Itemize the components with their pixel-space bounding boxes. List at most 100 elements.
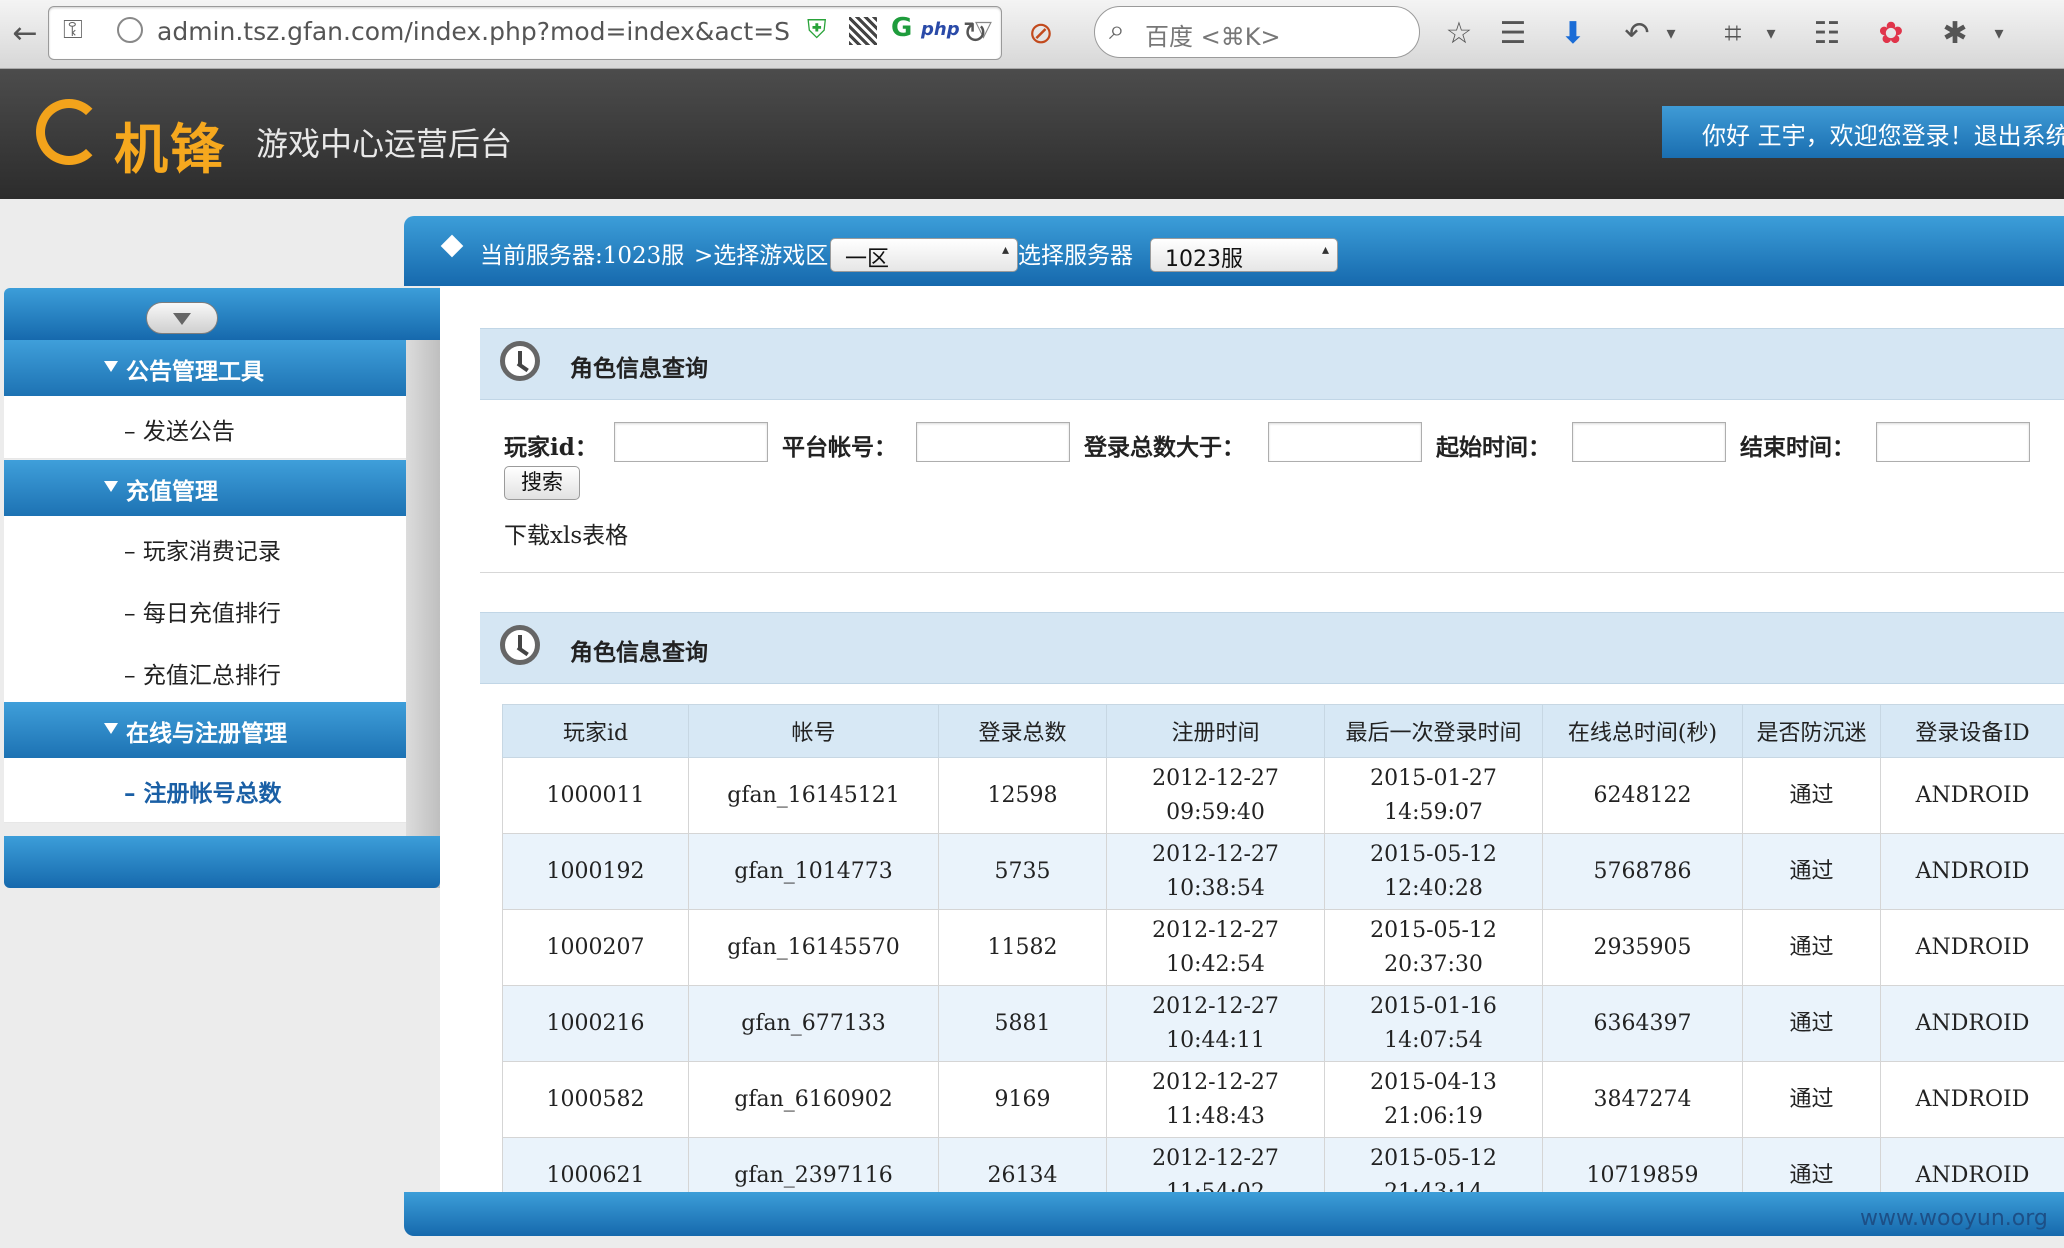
table-row[interactable]: 1000582 gfan_6160902 9169 2012-12-27 11:48:4…	[502, 1061, 2064, 1138]
cell-player-id-text: 1000207	[546, 934, 645, 960]
start-time-input[interactable]	[1572, 422, 1726, 462]
sidebar-item-send-announcement[interactable]: – 发送公告	[4, 396, 406, 459]
cell-player-id-text: 1000192	[546, 858, 645, 884]
sidebar-header	[4, 288, 440, 340]
sidebar-rail	[406, 288, 440, 888]
login-count-input[interactable]	[1268, 422, 1422, 462]
logo-icon	[36, 99, 102, 165]
sidebar-item-recharge-summary-rank[interactable]: – 充值汇总排行	[4, 640, 406, 703]
table-row[interactable]: 1000207 gfan_16145570 11582 2012-12-27 10:42…	[502, 909, 2064, 986]
undo-icon[interactable]: ↶	[1612, 8, 1662, 58]
platform-account-input[interactable]	[916, 422, 1070, 462]
back-arrow-icon[interactable]: ←	[2, 8, 48, 58]
select-arrows-icon: ▴	[1321, 242, 1329, 258]
server-select[interactable]: 1023服 ▴	[1150, 238, 1338, 272]
cell-player-id: 1000621	[502, 1137, 689, 1192]
table-row[interactable]: 1000216 gfan_677133 5881 2012-12-27 10:44:11…	[502, 985, 2064, 1062]
chevron-down-icon[interactable]: ▾	[1984, 8, 2014, 58]
column-header-device-id[interactable]: 登录设备ID	[1880, 704, 2064, 758]
column-header-anti-addiction[interactable]: 是否防沉迷	[1742, 704, 1881, 758]
download-xls-link[interactable]: 下载xls表格	[504, 516, 628, 550]
column-header-register-time[interactable]: 注册时间	[1106, 704, 1325, 758]
select-server-label: 选择服务器	[1018, 243, 1133, 269]
cell-last-login: 2015-04-13 21:06:19	[1324, 1061, 1543, 1138]
cell-register-time-text: 10:38:54	[1166, 875, 1265, 901]
sidebar-group-announcements[interactable]: 公告管理工具	[4, 340, 406, 396]
shield-icon[interactable]: ⛨	[807, 15, 827, 46]
search-button[interactable]: 搜索	[504, 466, 580, 500]
sidebar-item-daily-recharge-rank[interactable]: – 每日充值排行	[4, 578, 406, 641]
cell-register-time-text: 2012-12-27	[1152, 917, 1279, 943]
gfan-g-icon[interactable]: G	[891, 13, 912, 43]
cell-last-login-text: 2015-05-12	[1370, 841, 1497, 867]
cell-device-id-text: ANDROID	[1915, 1010, 2030, 1036]
cell-last-login: 2015-05-12 21:43:14	[1324, 1137, 1543, 1192]
column-header-last-login[interactable]: 最后一次登录时间	[1324, 704, 1543, 758]
cell-register-time-text: 11:48:43	[1166, 1103, 1265, 1129]
cell-player-id-text: 1000621	[546, 1162, 645, 1188]
cell-online-seconds: 10719859	[1542, 1137, 1743, 1192]
address-bar[interactable]: ⚿ admin.tsz.gfan.com/index.php?mod=index…	[48, 6, 1002, 60]
cell-last-login: 2015-01-27 14:59:07	[1324, 757, 1543, 834]
server-bar: 当前服务器:1023服 >选择游戏区 一区 ▴ 选择服务器 1023服 ▴	[404, 216, 2064, 286]
search-placeholder: 百度 <⌘K>	[1145, 23, 1281, 51]
sidebar-item-label: – 注册帐号总数	[124, 780, 282, 807]
cell-account-text: gfan_6160902	[734, 1086, 893, 1112]
query-panel-header: 角色信息查询	[480, 328, 2064, 400]
current-server-label: 当前服务器:1023服	[480, 243, 685, 269]
star-bookmark-icon[interactable]: ☆	[1434, 8, 1484, 58]
sidebar-group-online-registration[interactable]: 在线与注册管理	[4, 702, 406, 758]
column-header-login-count[interactable]: 登录总数	[938, 704, 1107, 758]
table-row[interactable]: 1000011 gfan_16145121 12598 2012-12-27 09:59…	[502, 757, 2064, 834]
main-content: 角色信息查询 玩家id： 平台帐号： 登录总数大于： 起始时间： 结束时间： 搜…	[440, 286, 2064, 1192]
login-count-label: 登录总数大于：	[1084, 434, 1245, 461]
end-time-input[interactable]	[1876, 422, 2030, 462]
bug-icon[interactable]: ✱	[1930, 8, 1980, 58]
logo-text: 机锋	[114, 118, 226, 181]
sidebar-item-label: – 每日充值排行	[124, 601, 281, 627]
weibo-icon[interactable]: ✿	[1866, 8, 1916, 58]
cell-online-seconds-text: 5768786	[1593, 858, 1692, 884]
block-icon[interactable]: ⊘	[1016, 8, 1066, 58]
cell-account-text: gfan_2397116	[734, 1162, 893, 1188]
table-row[interactable]: 1000621 gfan_2397116 26134 2012-12-27 11:54:…	[502, 1137, 2064, 1192]
chevron-down-icon[interactable]: ▾	[1656, 8, 1686, 58]
download-arrow-icon[interactable]: ⬇	[1548, 8, 1598, 58]
cell-anti-addiction-text: 通过	[1789, 858, 1834, 884]
clock-icon	[500, 341, 540, 381]
welcome-text[interactable]: 你好 王宇，欢迎您登录！退出系统	[1702, 116, 2064, 151]
table-row[interactable]: 1000192 gfan_1014773 5735 2012-12-27 10:38:5…	[502, 833, 2064, 910]
cell-register-time: 2012-12-27 11:48:43	[1106, 1061, 1325, 1138]
column-header-account[interactable]: 帐号	[688, 704, 939, 758]
url-text[interactable]: admin.tsz.gfan.com/index.php?mod=index&a…	[157, 17, 797, 46]
sidebar-item-registered-accounts[interactable]: – 注册帐号总数	[4, 758, 406, 823]
cell-player-id: 1000207	[502, 909, 689, 986]
cell-device-id-text: ANDROID	[1915, 1086, 2030, 1112]
cell-anti-addiction: 通过	[1742, 985, 1881, 1062]
cell-online-seconds-text: 3847274	[1593, 1086, 1692, 1112]
sidebar-item-player-spending[interactable]: – 玩家消费记录	[4, 516, 406, 579]
cell-register-time-text: 2012-12-27	[1152, 993, 1279, 1019]
sidebar-group-label: 公告管理工具	[126, 358, 264, 385]
bookmarks-list-icon[interactable]: ☰	[1488, 8, 1538, 58]
reload-icon[interactable]: ↻	[950, 8, 1000, 58]
cell-register-time: 2012-12-27 11:54:02	[1106, 1137, 1325, 1192]
chevron-down-icon[interactable]: ▾	[1756, 8, 1786, 58]
cell-login-count: 26134	[938, 1137, 1107, 1192]
cell-register-time-text: 2012-12-27	[1152, 841, 1279, 867]
crop-icon[interactable]: ⌗	[1708, 8, 1758, 58]
sidebar-toggle-button[interactable]	[146, 302, 218, 334]
player-id-input[interactable]	[614, 422, 768, 462]
cell-anti-addiction: 通过	[1742, 909, 1881, 986]
column-header-player-id[interactable]: 玩家id	[502, 704, 689, 758]
qr-code-icon[interactable]	[849, 17, 877, 45]
cell-player-id: 1000192	[502, 833, 689, 910]
sidebar-group-recharge[interactable]: 充值管理	[4, 460, 406, 516]
search-box[interactable]: ⌕ 百度 <⌘K>	[1094, 6, 1420, 58]
zone-select[interactable]: 一区 ▴	[830, 238, 1018, 272]
chat-bubble-icon[interactable]: ☷	[1802, 8, 1852, 58]
column-header-online-seconds[interactable]: 在线总时间(秒)	[1542, 704, 1743, 758]
cell-online-seconds: 2935905	[1542, 909, 1743, 986]
cell-login-count: 11582	[938, 909, 1107, 986]
player-id-label: 玩家id：	[504, 434, 598, 461]
